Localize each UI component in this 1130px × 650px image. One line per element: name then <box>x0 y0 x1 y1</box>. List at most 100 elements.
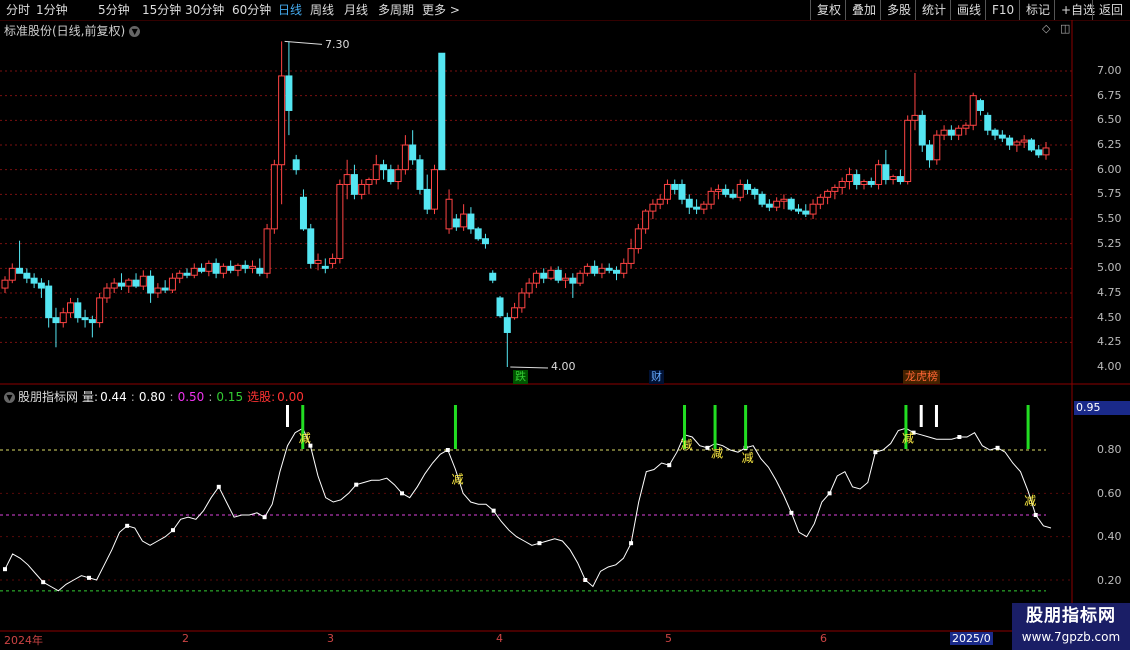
candle-body <box>984 114 992 131</box>
candle-body <box>198 267 206 272</box>
candle-body <box>299 196 307 230</box>
candle-body <box>329 257 337 264</box>
candle <box>23 268 31 284</box>
candle-body <box>518 292 526 309</box>
candle-body <box>110 282 118 289</box>
candle-body <box>474 228 482 240</box>
candle-body <box>642 210 650 230</box>
date-label-2024: 2024年 <box>4 634 43 647</box>
candle <box>241 260 249 274</box>
candle-body <box>955 127 963 136</box>
candle <box>1035 145 1043 158</box>
signal-bar <box>744 405 748 449</box>
signal-bar <box>713 405 717 449</box>
kline-chart[interactable]: 减减减减 减减减 <box>0 0 1130 650</box>
candle <box>685 194 693 215</box>
candle <box>926 140 934 168</box>
candle <box>634 223 642 254</box>
candle <box>700 201 708 215</box>
candle-body <box>81 317 89 321</box>
candle-body <box>45 285 53 319</box>
candle-body <box>780 198 788 202</box>
candle-body <box>103 287 111 299</box>
candle-body <box>583 265 591 274</box>
white-signal-bar <box>919 405 923 427</box>
candle <box>176 270 184 284</box>
price-axis-tick: 4.50 <box>1097 310 1122 324</box>
candle-body <box>183 272 191 276</box>
candle <box>343 159 351 200</box>
candle-body <box>853 174 861 185</box>
indicator-name: 股朋指标网 <box>18 390 79 404</box>
candle <box>845 167 853 190</box>
candle-body <box>496 297 504 317</box>
indicator-line <box>4 427 1052 592</box>
candle-body <box>467 213 475 230</box>
candle-body <box>205 262 213 272</box>
low-price-label: 4.00 <box>551 360 576 373</box>
candle-body <box>321 265 329 269</box>
candle <box>663 179 671 205</box>
candle-body <box>714 188 722 192</box>
candle-body <box>212 262 220 274</box>
candle-body <box>234 264 242 271</box>
candle <box>984 112 992 136</box>
candle <box>234 263 242 277</box>
indicator-marker <box>86 575 91 580</box>
candle <box>409 130 417 165</box>
candle <box>481 233 489 249</box>
candle <box>722 184 730 198</box>
candle <box>37 278 45 298</box>
indicator-marker <box>170 528 175 533</box>
candle-body <box>845 174 853 183</box>
candle <box>532 270 540 289</box>
candle <box>896 169 904 185</box>
date-label-2025: 2025/0 <box>950 632 993 645</box>
candle-body <box>350 174 358 195</box>
candle <box>824 189 832 205</box>
indicator-select-label: 选股: <box>247 390 276 404</box>
event-tag-dragon-tiger[interactable]: 龙虎榜 <box>903 370 940 384</box>
event-tag-fall[interactable]: 跌 <box>513 370 528 384</box>
candle-body <box>74 302 82 319</box>
candle <box>161 280 169 293</box>
candle <box>263 223 271 279</box>
price-axis-tick: 4.00 <box>1097 360 1122 373</box>
watermark-title: 股朋指标网 <box>1026 606 1116 626</box>
candle <box>671 179 679 195</box>
candle-body <box>307 228 315 264</box>
candle-body <box>190 267 198 276</box>
candle <box>489 270 497 284</box>
candle-body <box>365 179 373 185</box>
candle <box>998 130 1006 143</box>
candle <box>511 302 519 320</box>
candle-body <box>52 317 60 324</box>
indicator-value-1: 0.44 <box>100 390 127 404</box>
price-axis-tick: 4.75 <box>1097 286 1122 299</box>
candle-body <box>125 279 133 287</box>
candle <box>693 199 701 215</box>
candle-body <box>387 169 395 183</box>
candle-body <box>372 164 380 181</box>
indicator-menu-icon[interactable]: ▼ <box>4 392 15 403</box>
date-label-feb: 2 <box>182 632 189 645</box>
candle <box>620 258 628 279</box>
candle-body <box>685 198 693 208</box>
candle-body <box>401 144 409 171</box>
event-tag-finance[interactable]: 财 <box>649 370 664 384</box>
ind-axis-060: 0.60 <box>1097 487 1122 500</box>
candle <box>875 159 883 190</box>
candle <box>649 199 657 219</box>
candle-body <box>1006 137 1014 146</box>
candle-body <box>37 282 45 289</box>
candlesticks <box>1 40 1050 369</box>
indicator-marker <box>125 523 130 528</box>
indicator-marker <box>957 435 962 439</box>
candle <box>787 197 795 212</box>
candle <box>918 110 926 152</box>
candle-body <box>8 267 16 281</box>
candle <box>911 72 919 131</box>
candle <box>285 41 293 136</box>
candle-body <box>438 52 446 171</box>
date-label-apr: 4 <box>496 632 503 645</box>
